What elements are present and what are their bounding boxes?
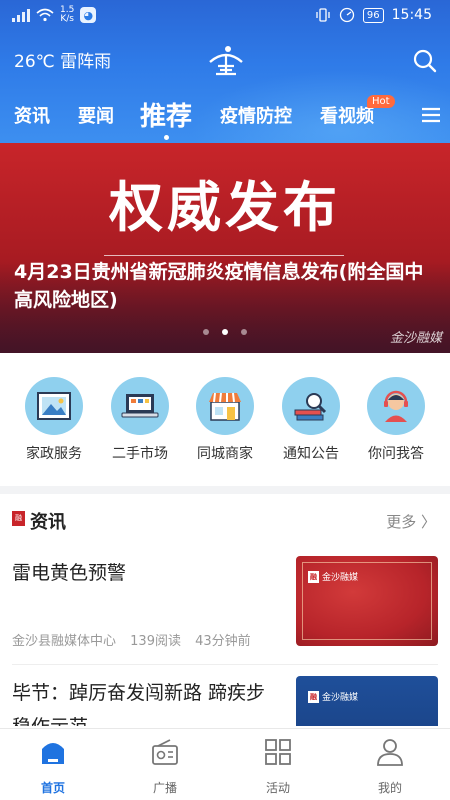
nav-home[interactable]: 首页 [13, 737, 93, 796]
speedometer-icon [339, 7, 355, 23]
service-label: 同城商家 [197, 446, 253, 462]
tab-epidemic-control[interactable]: 疫情防控 [220, 102, 292, 128]
service-second-hand[interactable]: 二手市场 [97, 377, 183, 463]
carousel-dot-active[interactable] [222, 329, 228, 335]
thumbnail-tag: 融金沙融媒 [308, 570, 359, 583]
news-item[interactable]: 毕节：踔厉奋发闯新路 蹄疾步稳作示范 融金沙融媒 [12, 676, 438, 726]
news-time: 43分钟前 [195, 634, 251, 649]
menu-icon[interactable] [420, 106, 442, 124]
service-label: 家政服务 [26, 446, 82, 462]
service-label: 二手市场 [112, 446, 168, 462]
carousel-dot[interactable] [241, 329, 247, 335]
radio-icon [152, 739, 178, 765]
news-thumbnail: 融金沙融媒 [296, 556, 438, 646]
network-speed: 1.5 K/s [60, 5, 75, 24]
wifi-icon [36, 8, 54, 22]
support-agent-icon [367, 377, 425, 435]
service-local-merchants[interactable]: 同城商家 [182, 377, 268, 463]
nav-label: 广播 [152, 781, 177, 795]
app-header: 1.5 K/s ◕ 96 15:45 26℃ 雷阵雨 资讯 要闻 推荐 疫情防控 … [0, 0, 450, 143]
service-label: 通知公告 [283, 446, 339, 462]
app-logo [209, 46, 243, 76]
hot-badge: Hot [367, 95, 395, 108]
grid-icon [265, 739, 291, 765]
banner-watermark: 金沙融媒 [389, 331, 442, 346]
news-reads: 139阅读 [130, 634, 181, 649]
news-source: 金沙县融媒体中心 [12, 634, 117, 649]
chevron-right-icon: 〉 [420, 513, 436, 531]
status-bar: 1.5 K/s ◕ 96 15:45 [0, 0, 450, 36]
divider [12, 664, 438, 665]
user-icon [377, 739, 403, 766]
service-announcements[interactable]: 通知公告 [268, 377, 354, 463]
news-section: 融 资讯 更多 〉 雷电黄色预警 金沙县融媒体中心 139阅读 43分钟前 融金… [0, 494, 450, 728]
news-thumbnail: 融金沙融媒 [296, 676, 438, 726]
tab-videos[interactable]: 看视频 [320, 102, 374, 128]
notification-app-icon: ◕ [80, 7, 97, 23]
tab-headlines[interactable]: 要闻 [78, 102, 114, 128]
bottom-navigation: 首页 广播 活动 我的 [0, 728, 450, 800]
laptop-icon [111, 377, 169, 435]
carousel-dots [203, 329, 247, 335]
banner-divider [104, 255, 344, 256]
news-item[interactable]: 雷电黄色预警 金沙县融媒体中心 139阅读 43分钟前 融金沙融媒 [12, 556, 438, 654]
banner-headline[interactable]: 4月23日贵州省新冠肺炎疫情信息发布(附全国中高风险地区) [14, 258, 439, 314]
search-icon[interactable] [412, 48, 438, 74]
news-section-title: 资讯 [30, 512, 66, 533]
nav-activities[interactable]: 活动 [238, 737, 318, 796]
service-qa[interactable]: 你问我答 [353, 377, 439, 463]
nav-label: 活动 [265, 781, 290, 795]
nav-label: 首页 [40, 781, 65, 795]
weather-info[interactable]: 26℃ 雷阵雨 [14, 47, 111, 72]
home-icon [42, 743, 64, 764]
clock: 15:45 [391, 7, 432, 23]
tab-recommended[interactable]: 推荐 [140, 96, 192, 133]
picture-icon [25, 377, 83, 435]
more-link[interactable]: 更多 〉 [386, 511, 436, 532]
signal-icon [12, 8, 30, 22]
service-label: 你问我答 [368, 446, 424, 462]
media-logo-icon: 融 [12, 511, 25, 526]
news-section-header: 融 资讯 更多 〉 [0, 494, 450, 546]
quick-services: 家政服务 二手市场 同城商家 通知公告 你问我答 [0, 353, 450, 486]
battery-level: 96 [362, 7, 384, 23]
thumbnail-tag: 融金沙融媒 [308, 690, 359, 703]
nav-profile[interactable]: 我的 [350, 737, 430, 796]
nav-label: 我的 [377, 781, 402, 795]
books-search-icon [282, 377, 340, 435]
active-tab-indicator [164, 135, 169, 140]
banner-carousel[interactable]: 权威发布 4月23日贵州省新冠肺炎疫情信息发布(附全国中高风险地区) [0, 143, 450, 353]
banner-title: 权威发布 [109, 175, 341, 239]
news-item-title: 毕节：踔厉奋发闯新路 蹄疾步稳作示范 [12, 682, 266, 726]
news-item-title: 雷电黄色预警 [12, 562, 127, 584]
tab-news[interactable]: 资讯 [14, 102, 50, 128]
service-housekeeping[interactable]: 家政服务 [11, 377, 97, 463]
carousel-dot[interactable] [203, 329, 209, 335]
nav-radio[interactable]: 广播 [125, 737, 205, 796]
vibrate-icon [316, 8, 330, 22]
more-label: 更多 [386, 513, 417, 531]
storefront-icon [196, 377, 254, 435]
news-item-meta: 金沙县融媒体中心 139阅读 43分钟前 [12, 630, 261, 649]
